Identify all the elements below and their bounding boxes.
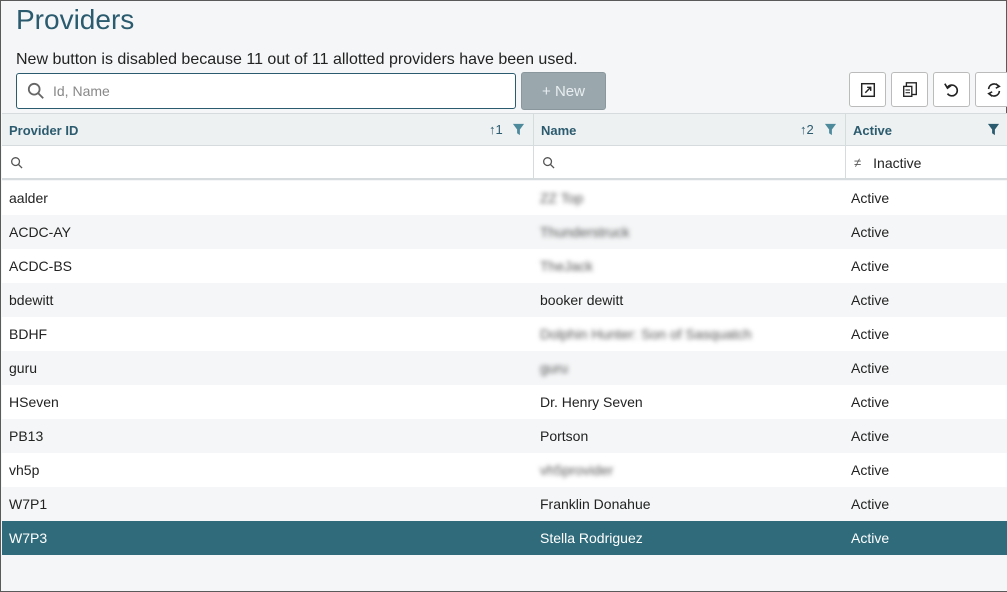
table-row[interactable]: W7P1 Franklin Donahue Active [2,487,1007,521]
table-row[interactable]: BDHF Dolphin Hunter: Son of Sasquatch Acti… [2,317,1007,351]
table-row[interactable]: aalder ZZ Top Active [2,181,1007,215]
page-title: Providers [16,4,135,35]
search-field[interactable] [16,73,516,109]
column-header-active[interactable]: Active [846,114,1007,146]
column-label: Active [853,122,893,138]
table-row[interactable]: HSeven Dr. Henry Seven Active [2,385,1007,419]
active-cell: Active [851,326,890,342]
table-row[interactable]: ACDC-AY Thunderstruck Active [2,215,1007,249]
column-label: Name [541,122,577,138]
new-button[interactable]: + New [521,72,606,110]
export-button[interactable] [849,72,886,107]
active-cell: Active [851,258,890,274]
table-row[interactable]: vh5p vh5provider Active [2,453,1007,487]
active-cell: Active [851,530,890,546]
provider-id-cell: HSeven [9,394,59,410]
provider-name-cell: ZZ Top [540,190,584,206]
undo-icon [943,82,958,97]
provider-name-cell: booker dewitt [540,292,624,308]
provider-name-cell: Franklin Donahue [540,496,651,512]
filter-icon[interactable] [824,123,837,136]
active-cell: Active [851,224,890,240]
provider-id-cell: ACDC-BS [9,258,73,274]
provider-name-cell: TheJack [540,258,593,274]
providers-grid: Provider ID ↑1 Name ↑2 Active ≠ Inactive… [2,113,1007,591]
active-filter[interactable]: ≠ Inactive [846,146,1007,179]
refresh-button[interactable] [975,72,1007,107]
provider-id-cell: W7P3 [9,530,48,546]
sort-indicator: ↑1 [489,122,503,137]
provider-id-cell: vh5p [9,462,40,478]
search-input[interactable] [53,83,493,99]
active-cell: Active [851,496,890,512]
table-row[interactable]: PB13 Portson Active [2,419,1007,453]
toolbar [849,72,1007,107]
provider-name-cell: Portson [540,428,589,444]
disabled-notice: New button is disabled because 11 out of… [16,51,578,68]
sort-indicator: ↑2 [800,122,814,137]
active-cell: Active [851,360,890,376]
provider-name-cell: Thunderstruck [540,224,630,240]
grid-rows: aalder ZZ Top Active ACDC-AY Thunderstruck Ac… [2,181,1007,555]
provider-id-cell: bdewitt [9,292,54,308]
table-row[interactable]: W7P3 Stella Rodriguez Active [2,521,1007,555]
active-cell: Active [851,394,890,410]
search-icon [543,157,555,169]
column-header-provider-id[interactable]: Provider ID ↑1 [2,114,534,146]
table-row[interactable]: ACDC-BS TheJack Active [2,249,1007,283]
columns-icon [902,81,917,97]
active-filter-value: Inactive [873,154,922,171]
column-header-name[interactable]: Name ↑2 [534,114,846,146]
provider-id-cell: PB13 [9,428,44,444]
active-cell: Active [851,190,890,206]
active-cell: Active [851,462,890,478]
search-icon [27,82,44,99]
column-label: Provider ID [9,122,79,138]
provider-id-cell: W7P1 [9,496,48,512]
undo-button[interactable] [933,72,970,107]
not-equal-operator: ≠ [854,155,862,170]
columns-button[interactable] [891,72,928,107]
table-row[interactable]: bdewitt booker dewitt Active [2,283,1007,317]
search-icon [11,157,23,169]
name-filter[interactable] [534,146,846,179]
provider-id-cell: aalder [9,190,48,206]
active-cell: Active [851,428,890,444]
provider-name-cell: Dolphin Hunter: Son of Sasquatch [540,326,752,342]
provider-id-cell: BDHF [9,326,48,342]
provider-name-cell: Stella Rodriguez [540,530,643,546]
export-icon [860,82,875,97]
provider-name-cell: vh5provider [540,462,614,478]
provider-id-filter[interactable] [2,146,534,179]
provider-id-cell: guru [9,360,38,376]
refresh-icon [986,82,1001,97]
provider-id-cell: ACDC-AY [9,224,71,240]
filter-icon[interactable] [987,123,1000,136]
active-cell: Active [851,292,890,308]
grid-header: Provider ID ↑1 Name ↑2 Active [2,113,1007,146]
provider-name-cell: Dr. Henry Seven [540,394,643,410]
table-row[interactable]: guru guru Active [2,351,1007,385]
filter-row: ≠ Inactive [2,146,1007,180]
filter-icon[interactable] [512,123,525,136]
provider-name-cell: guru [540,360,569,376]
